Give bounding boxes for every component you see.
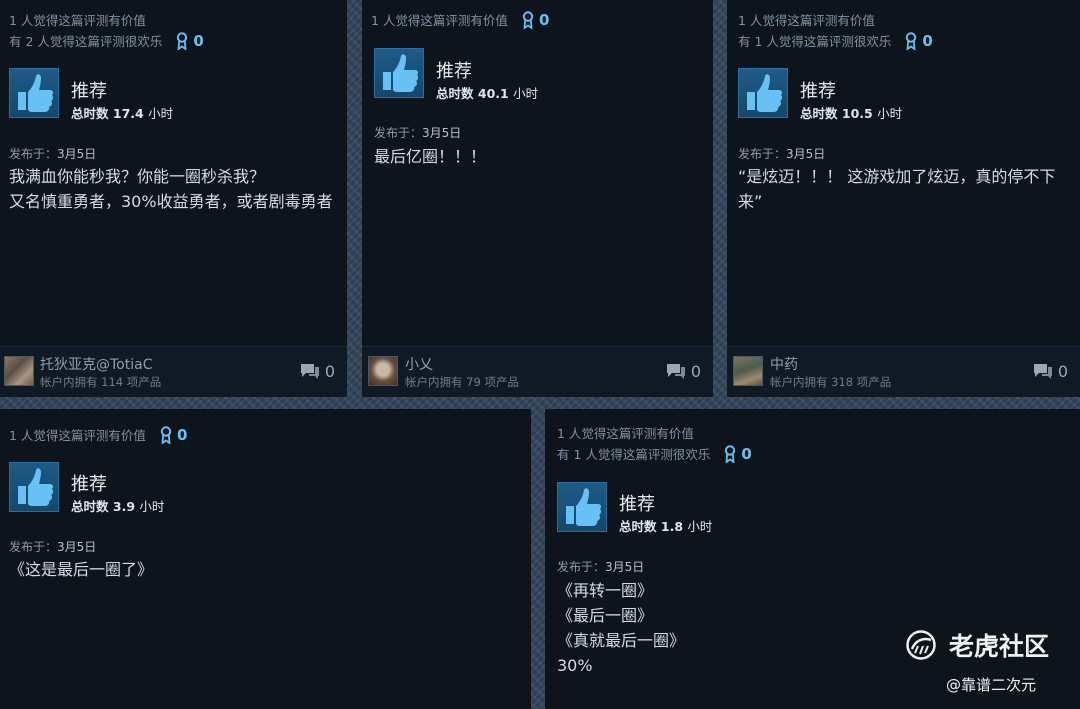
avatar[interactable] bbox=[733, 356, 763, 386]
avatar[interactable] bbox=[4, 356, 34, 386]
review-line: 《最后一圈》 bbox=[557, 606, 654, 625]
award-ribbon-icon bbox=[906, 31, 917, 50]
review-card: 1 人觉得这篇评测有价值 有 1 人觉得这篇评测很欢乐 0 推荐 总时数 1.8… bbox=[545, 409, 1080, 709]
recommendation-label: 推荐 bbox=[71, 81, 107, 102]
watermark-name: 老虎社区 bbox=[949, 632, 1050, 661]
comment-count: 0 bbox=[1057, 362, 1068, 381]
thumbs-up-icon[interactable] bbox=[9, 462, 59, 512]
helpful-line: 1 人觉得这篇评测有价值 0 bbox=[371, 10, 550, 29]
review-content: “是炫迈！！！ 这游戏加了炫迈，真的停不下来” bbox=[738, 164, 1058, 214]
author-name[interactable]: 小乂 bbox=[405, 354, 433, 374]
award-count: 0 bbox=[922, 31, 933, 50]
watermark-handle: @靠谱二次元 bbox=[946, 676, 1037, 694]
helpful-line: 1 人觉得这篇评测有价值 0 bbox=[9, 425, 188, 444]
products-owned: 帐户内拥有 318 项产品 bbox=[770, 375, 892, 389]
comment-count: 0 bbox=[324, 362, 335, 381]
thumbs-up-icon[interactable] bbox=[738, 68, 788, 118]
review-card: 1 人觉得这篇评测有价值 0 推荐 总时数 3.9 小时 发布于：3月5日 《这… bbox=[0, 409, 531, 709]
comments-button[interactable]: 0 bbox=[300, 362, 335, 381]
review-line: 我满血你能秒我？你能一圈秒杀我？ bbox=[9, 167, 266, 186]
posted-date: 发布于：3月5日 bbox=[557, 560, 645, 574]
hours-played: 总时数 3.9 小时 bbox=[71, 499, 165, 514]
review-card: 1 人觉得这篇评测有价值 0 推荐 总时数 40.1 小时 发布于：3月5日 最… bbox=[362, 0, 713, 397]
review-footer: 托狄亚克@TotiaC 帐户内拥有 114 项产品 0 bbox=[0, 346, 347, 397]
comments-button[interactable]: 0 bbox=[666, 362, 701, 381]
award-button[interactable]: 0 bbox=[724, 444, 752, 463]
avatar[interactable] bbox=[368, 356, 398, 386]
comment-bubble-icon bbox=[300, 364, 319, 379]
review-line: 《再转一圈》 bbox=[557, 581, 654, 600]
recommendation-label: 推荐 bbox=[436, 61, 472, 82]
funny-line: 有 1 人觉得这篇评测很欢乐 0 bbox=[738, 31, 933, 50]
funny-line: 有 2 人觉得这篇评测很欢乐 0 bbox=[9, 31, 204, 50]
award-button[interactable]: 0 bbox=[160, 426, 187, 444]
review-line: 最后亿圈！！！ bbox=[374, 147, 487, 166]
review-content: 最后亿圈！！！ bbox=[374, 144, 705, 169]
award-ribbon-icon bbox=[725, 444, 736, 463]
recommendation-label: 推荐 bbox=[619, 494, 655, 515]
award-ribbon-icon bbox=[177, 31, 188, 50]
award-count: 0 bbox=[176, 425, 188, 444]
award-ribbon-icon bbox=[160, 425, 172, 444]
thumbs-up-icon[interactable] bbox=[9, 68, 59, 118]
award-button[interactable]: 0 bbox=[176, 31, 204, 50]
award-button[interactable]: 0 bbox=[905, 31, 933, 50]
award-button[interactable]: 0 bbox=[522, 11, 549, 29]
helpful-line: 1 人觉得这篇评测有价值 bbox=[738, 13, 875, 28]
helpful-line: 1 人觉得这篇评测有价值 bbox=[9, 13, 146, 28]
award-count: 0 bbox=[538, 10, 550, 29]
author-name[interactable]: 中药 bbox=[770, 354, 798, 374]
award-count: 0 bbox=[741, 444, 752, 463]
hours-played: 总时数 17.4 小时 bbox=[71, 106, 174, 121]
products-owned: 帐户内拥有 114 项产品 bbox=[40, 375, 162, 389]
comment-count: 0 bbox=[690, 362, 701, 381]
thumbs-up-icon[interactable] bbox=[374, 48, 424, 98]
comment-bubble-icon bbox=[1033, 364, 1052, 379]
comment-bubble-icon bbox=[666, 364, 685, 379]
posted-date: 发布于：3月5日 bbox=[374, 126, 462, 140]
hours-played: 总时数 1.8 小时 bbox=[619, 519, 713, 534]
comments-button[interactable]: 0 bbox=[1033, 362, 1068, 381]
review-card: 1 人觉得这篇评测有价值 有 2 人觉得这篇评测很欢乐 0 推荐 总时数 17.… bbox=[0, 0, 347, 397]
review-line: 《这是最后一圈了》 bbox=[9, 560, 154, 579]
review-footer: 中药 帐户内拥有 318 项产品 0 bbox=[727, 346, 1080, 397]
posted-date: 发布于：3月5日 bbox=[9, 540, 97, 554]
funny-line: 有 1 人觉得这篇评测很欢乐 0 bbox=[557, 444, 752, 463]
helpful-line: 1 人觉得这篇评测有价值 bbox=[557, 426, 694, 441]
recommendation-label: 推荐 bbox=[71, 474, 107, 495]
review-card: 1 人觉得这篇评测有价值 有 1 人觉得这篇评测很欢乐 0 推荐 总时数 10.… bbox=[727, 0, 1080, 397]
award-ribbon-icon bbox=[522, 10, 534, 29]
tiger-logo-icon bbox=[906, 630, 936, 660]
review-content: 《这是最后一圈了》 bbox=[9, 557, 523, 582]
review-line: “是炫迈！！！ 这游戏加了炫迈，真的停不下来” bbox=[738, 167, 1056, 211]
author-name[interactable]: 托狄亚克@TotiaC bbox=[40, 354, 152, 374]
review-footer: 小乂 帐户内拥有 79 项产品 0 bbox=[362, 346, 713, 397]
hours-played: 总时数 10.5 小时 bbox=[800, 106, 903, 121]
recommendation-label: 推荐 bbox=[800, 81, 836, 102]
thumbs-up-icon[interactable] bbox=[557, 482, 607, 532]
review-line: 又名慎重勇者，30%收益勇者，或者剧毒勇者 bbox=[9, 192, 333, 211]
posted-date: 发布于：3月5日 bbox=[738, 147, 826, 161]
award-count: 0 bbox=[193, 31, 204, 50]
review-content: 我满血你能秒我？你能一圈秒杀我？ 又名慎重勇者，30%收益勇者，或者剧毒勇者 bbox=[9, 164, 339, 214]
posted-date: 发布于：3月5日 bbox=[9, 147, 97, 161]
watermark: 老虎社区 bbox=[905, 627, 1049, 663]
hours-played: 总时数 40.1 小时 bbox=[436, 86, 539, 101]
products-owned: 帐户内拥有 79 项产品 bbox=[405, 375, 519, 389]
